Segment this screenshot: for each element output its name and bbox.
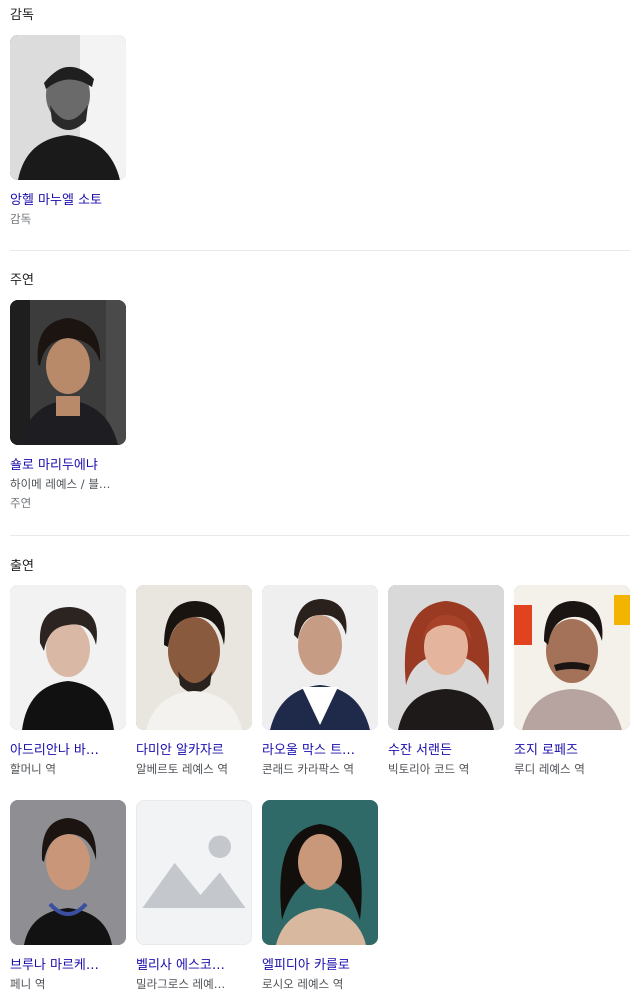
person-photo[interactable] xyxy=(262,800,378,945)
person-photo[interactable] xyxy=(10,800,126,945)
person-name[interactable]: 엘피디아 카를로 xyxy=(262,957,378,975)
person-photo[interactable] xyxy=(10,35,126,180)
section-title-cast: 출연 xyxy=(10,559,34,574)
person-role: 페니 역 xyxy=(10,977,46,991)
person-name[interactable]: 숄로 마리두에냐 xyxy=(10,457,126,475)
person-photo[interactable] xyxy=(514,585,630,730)
person-card-cast[interactable]: 아드리안나 바… 할머니 역 xyxy=(10,585,126,779)
person-name[interactable]: 라오울 막스 트… xyxy=(262,742,378,760)
person-name[interactable]: 다미안 알카자르 xyxy=(136,742,252,760)
person-name[interactable]: 벨리사 에스코… xyxy=(136,957,252,975)
person-photo[interactable] xyxy=(262,585,378,730)
person-name[interactable]: 아드리안나 바… xyxy=(10,742,126,760)
person-role: 할머니 역 xyxy=(10,762,56,776)
section-title-lead: 주연 xyxy=(10,273,34,288)
person-role: 빅토리아 코드 역 xyxy=(388,762,470,776)
person-billing: 주연 xyxy=(10,496,32,510)
person-card-lead[interactable]: 숄로 마리두에냐 하이메 레예스 / 블… 주연 xyxy=(10,300,126,513)
person-photo[interactable] xyxy=(388,585,504,730)
person-name[interactable]: 앙헬 마누엘 소토 xyxy=(10,192,126,210)
person-photo-placeholder[interactable] xyxy=(136,800,252,945)
person-card-cast[interactable]: 벨리사 에스코… 밀라그로스 레예… xyxy=(136,800,252,994)
person-card-cast[interactable]: 라오울 막스 트… 콘래드 카라팍스 역 xyxy=(262,585,378,779)
person-card-cast[interactable]: 수잔 서랜든 빅토리아 코드 역 xyxy=(388,585,504,779)
person-role: 루디 레예스 역 xyxy=(514,762,585,776)
person-photo[interactable] xyxy=(10,300,126,445)
person-role: 콘래드 카라팍스 역 xyxy=(262,762,354,776)
section-title-director: 감독 xyxy=(10,8,34,23)
person-card-director[interactable]: 앙헬 마누엘 소토 감독 xyxy=(10,35,126,229)
person-card-cast[interactable]: 브루나 마르케… 페니 역 xyxy=(10,800,126,994)
person-name[interactable]: 브루나 마르케… xyxy=(10,957,126,975)
person-photo[interactable] xyxy=(10,585,126,730)
person-role: 감독 xyxy=(10,212,32,226)
divider xyxy=(10,535,630,536)
person-name[interactable]: 조지 로페즈 xyxy=(514,742,630,760)
image-placeholder-icon xyxy=(137,801,251,944)
person-card-cast[interactable]: 다미안 알카자르 알베르토 레예스 역 xyxy=(136,585,252,779)
person-card-cast[interactable]: 엘피디아 카를로 로시오 레예스 역 xyxy=(262,800,378,994)
person-role: 하이메 레예스 / 블… xyxy=(10,477,111,491)
person-photo[interactable] xyxy=(136,585,252,730)
person-role: 밀라그로스 레예… xyxy=(136,977,226,991)
person-name[interactable]: 수잔 서랜든 xyxy=(388,742,504,760)
person-role: 로시오 레예스 역 xyxy=(262,977,344,991)
divider xyxy=(10,250,630,251)
person-card-cast[interactable]: 조지 로페즈 루디 레예스 역 xyxy=(514,585,630,779)
person-role: 알베르토 레예스 역 xyxy=(136,762,228,776)
